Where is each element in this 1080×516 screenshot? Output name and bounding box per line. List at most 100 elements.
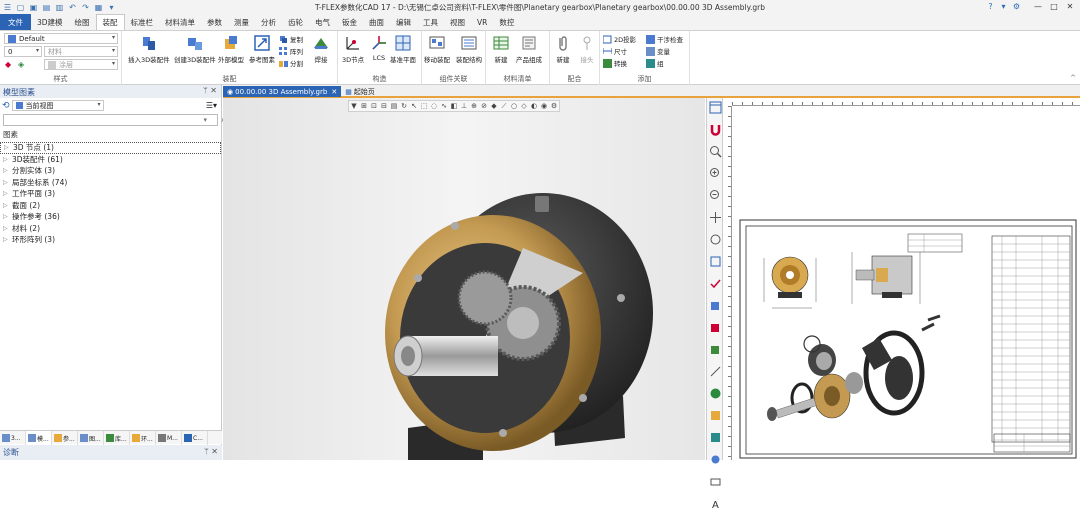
tab-m[interactable]: M... <box>156 431 182 445</box>
tab-bom[interactable]: 材料清单 <box>159 14 201 30</box>
expand-icon[interactable]: ▷ <box>3 156 12 163</box>
3d-node-button[interactable]: 3D节点 <box>342 34 364 64</box>
datum-plane-button[interactable]: 基准平面 <box>390 34 416 64</box>
tab-edit[interactable]: 编辑 <box>390 14 417 30</box>
save-icon[interactable]: ▤ <box>41 2 52 12</box>
minimize-button[interactable]: — <box>1030 1 1046 12</box>
tab-start-page[interactable]: ▦ 起始页 <box>341 86 379 97</box>
search-input[interactable]: ▾ ⌕ <box>3 114 226 126</box>
move-assembly-button[interactable]: 移动装配 <box>424 34 450 64</box>
material-icon[interactable] <box>709 431 722 444</box>
dropdown-icon[interactable]: ▾ <box>998 1 1009 12</box>
tab-view[interactable]: 视图 <box>444 14 471 30</box>
maximize-button[interactable]: □ <box>1046 1 1062 12</box>
tab-sheet-metal[interactable]: 钣金 <box>336 14 363 30</box>
assembly-structure-button[interactable]: 装配结构 <box>456 34 482 64</box>
tree-item-work-plane[interactable]: ▷ 工作平面 (3) <box>0 188 221 200</box>
check-icon[interactable] <box>709 277 722 290</box>
joint-button[interactable]: 接头 <box>578 34 596 64</box>
open-file-icon[interactable]: ▣ <box>28 2 39 12</box>
pan-icon[interactable] <box>709 211 722 224</box>
tab-electrical[interactable]: 电气 <box>309 14 336 30</box>
fit-icon[interactable] <box>709 255 722 268</box>
tab-drawing[interactable]: 绘图 <box>69 14 96 30</box>
tree-item-split-body[interactable]: ▷ 分割实体 (3) <box>0 165 221 177</box>
tree-item-circular-array[interactable]: ▷ 环形阵列 (3) <box>0 234 221 246</box>
tab-parameters[interactable]: 参数 <box>201 14 228 30</box>
expand-icon[interactable]: ▷ <box>3 202 12 209</box>
expand-icon[interactable]: ▷ <box>3 167 12 174</box>
3d-viewport[interactable]: ▼ ⊞ ⊡ ⊟ ▤ ↻ ↖ ⬚ ◌ ∿ ◧ ⊥ ⊕ ⊘ ◆ ⟋ ○ ◇ ◐ ◉ … <box>223 98 705 460</box>
help-icon[interactable]: ? <box>985 1 996 12</box>
zoom-out-icon[interactable] <box>709 189 722 202</box>
2d-drawing-view[interactable] <box>724 98 1080 460</box>
lcs-button[interactable]: LCS <box>370 34 388 62</box>
undo-icon[interactable]: ↶ <box>67 2 78 12</box>
lock-icon[interactable]: ◈ <box>18 60 24 69</box>
expand-icon[interactable]: ▷ <box>3 179 12 186</box>
close-button[interactable]: ✕ <box>1062 1 1078 12</box>
tab-environment[interactable]: 环... <box>130 431 156 445</box>
zoom-window-icon[interactable] <box>709 145 722 158</box>
rotate-view-icon[interactable] <box>709 233 722 246</box>
insert-3d-assembly-button[interactable]: 插入3D装配件 <box>128 34 170 64</box>
external-model-button[interactable]: 外部模型 <box>218 34 244 64</box>
tab-gears[interactable]: 齿轮 <box>282 14 309 30</box>
tab-pages[interactable]: 图... <box>78 431 104 445</box>
expand-icon[interactable]: ▷ <box>3 236 12 243</box>
tab-3d-modeling[interactable]: 3D建模 <box>31 14 69 30</box>
copy-button[interactable]: 复制 <box>279 34 303 44</box>
create-3d-assembly-button[interactable]: 创建3D装配件 <box>174 34 216 64</box>
expand-icon[interactable]: ▷ <box>3 190 12 197</box>
expand-icon[interactable]: ▷ <box>4 144 13 151</box>
tab-measure[interactable]: 测量 <box>228 14 255 30</box>
layer-combo[interactable]: Default ▾ <box>4 33 118 44</box>
tree-item-lcs[interactable]: ▷ 局部坐标系 (74) <box>0 177 221 189</box>
layout-icon[interactable] <box>709 101 722 114</box>
camera-icon[interactable] <box>709 475 722 488</box>
tree-item-operation-ref[interactable]: ▷ 操作参考 (36) <box>0 211 221 223</box>
tab-vr[interactable]: VR <box>471 14 493 30</box>
app-menu-icon[interactable]: ☰ <box>2 2 13 12</box>
list-options-icon[interactable]: ☰▾ <box>206 101 217 110</box>
tab-file[interactable]: 文件 <box>0 14 31 30</box>
reference-element-button[interactable]: 参考图素 <box>249 34 275 64</box>
qat-dropdown-icon[interactable]: ▾ <box>106 2 117 12</box>
visibility-icon[interactable]: ◆ <box>5 60 11 69</box>
expand-icon[interactable]: ▷ <box>3 225 12 232</box>
tree-item-section[interactable]: ▷ 截面 (2) <box>0 200 221 212</box>
redo-icon[interactable]: ↷ <box>80 2 91 12</box>
text-icon[interactable]: A <box>709 497 722 511</box>
coating-combo[interactable]: 涂层 ▾ <box>44 59 118 70</box>
collapse-ribbon-icon[interactable]: ^ <box>1070 74 1076 82</box>
close-tab-icon[interactable]: ✕ <box>331 88 337 96</box>
2d-projection-button[interactable]: 2D投影 <box>603 34 636 44</box>
variable-button[interactable]: 变量 <box>646 46 670 56</box>
globe-icon[interactable] <box>709 387 722 400</box>
tab-assembly[interactable]: 装配 <box>95 14 125 30</box>
cube-color-icon[interactable] <box>709 321 722 334</box>
tab-surface[interactable]: 曲面 <box>363 14 390 30</box>
tab-analysis[interactable]: 分析 <box>255 14 282 30</box>
render-icon[interactable] <box>709 409 722 422</box>
tab-cnc[interactable]: 数控 <box>493 14 520 30</box>
settings-icon[interactable]: ⚙ <box>1011 1 1022 12</box>
properties-icon[interactable]: ▦ <box>93 2 104 12</box>
cube-icon[interactable] <box>709 299 722 312</box>
view-select[interactable]: 当前视图 ▾ <box>11 100 104 111</box>
print-icon[interactable]: ▥ <box>54 2 65 12</box>
bom-new-button[interactable]: 新建 <box>492 34 510 64</box>
gearbox-3d-model[interactable] <box>223 98 705 460</box>
new-file-icon[interactable]: ▢ <box>15 2 26 12</box>
split-button[interactable]: 分割 <box>279 58 303 68</box>
tab-model-elements[interactable]: 模... <box>26 431 52 445</box>
filter-icon[interactable]: ⟲ <box>2 101 10 111</box>
pin-icon[interactable]: ᛘ ✕ <box>203 86 217 95</box>
shade-icon[interactable] <box>709 343 722 356</box>
close-icon[interactable]: ᛘ ✕ <box>204 447 218 456</box>
section-icon[interactable] <box>709 365 722 378</box>
dropdown-icon[interactable]: ▾ <box>203 116 207 124</box>
group-button[interactable]: 组 <box>646 58 664 68</box>
tab-tools[interactable]: 工具 <box>417 14 444 30</box>
array-button[interactable]: 阵列 <box>279 46 303 56</box>
